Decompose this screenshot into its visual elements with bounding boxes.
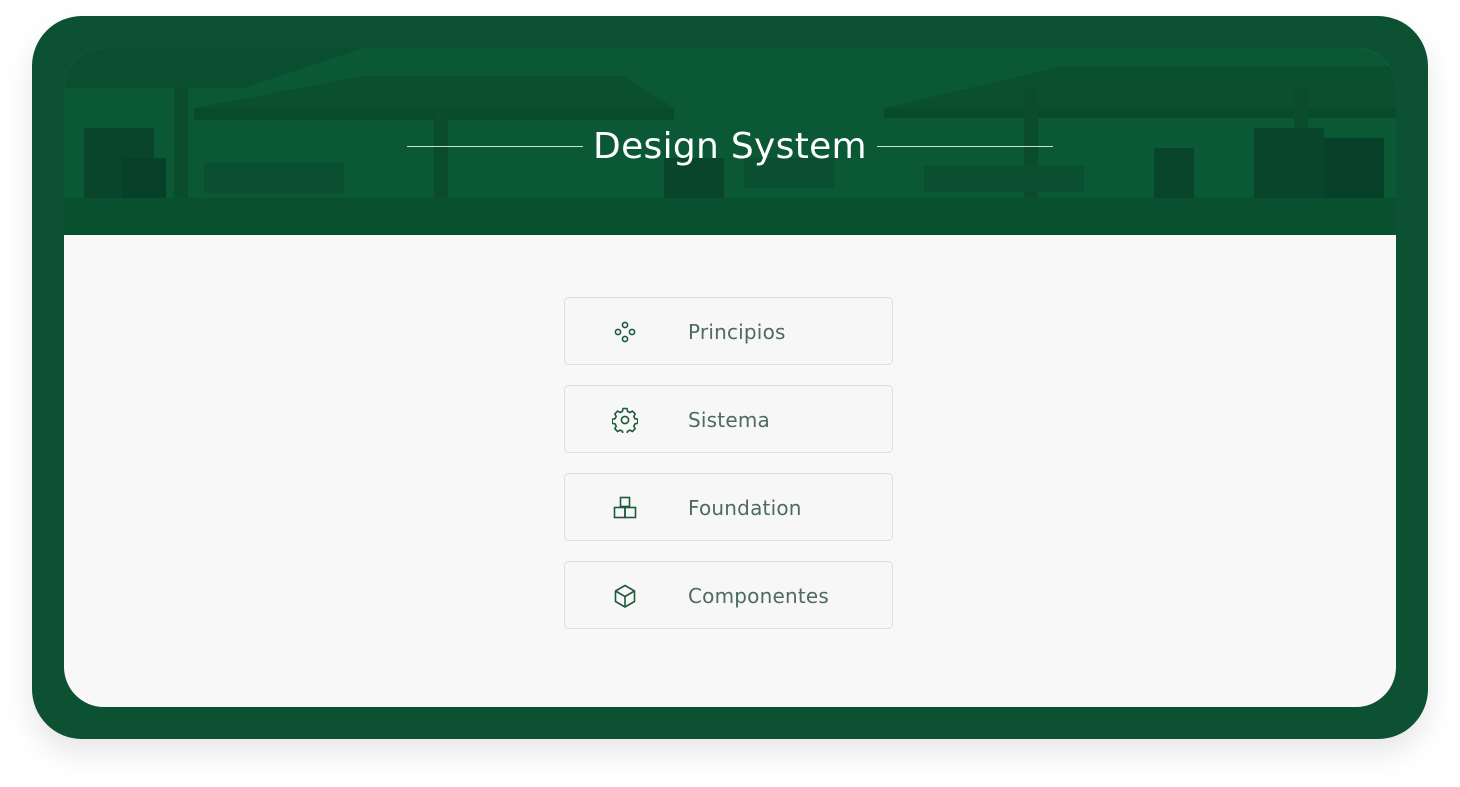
gear-icon bbox=[612, 407, 638, 433]
menu-item-label: Sistema bbox=[688, 408, 770, 432]
section-menu: Principios Sistema Foundation Componente… bbox=[564, 297, 896, 649]
menu-item-sistema[interactable]: Sistema bbox=[564, 385, 893, 453]
blocks-icon bbox=[612, 495, 638, 521]
hero-banner: Design System bbox=[64, 48, 1396, 235]
menu-item-principios[interactable]: Principios bbox=[564, 297, 893, 365]
menu-item-label: Foundation bbox=[688, 496, 802, 520]
hero-title-group: Design System bbox=[64, 122, 1396, 170]
title-divider-left bbox=[407, 145, 584, 147]
menu-item-componentes[interactable]: Componentes bbox=[564, 561, 893, 629]
screen: Design System Principios Sistema Foundat… bbox=[64, 48, 1396, 707]
menu-item-label: Componentes bbox=[688, 584, 830, 608]
menu-item-foundation[interactable]: Foundation bbox=[564, 473, 893, 541]
principles-icon bbox=[612, 319, 638, 345]
page-title: Design System bbox=[593, 125, 867, 167]
device-frame: Design System Principios Sistema Foundat… bbox=[32, 16, 1428, 739]
title-divider-right bbox=[876, 145, 1053, 147]
menu-item-label: Principios bbox=[688, 320, 786, 344]
cube-icon bbox=[612, 583, 638, 609]
